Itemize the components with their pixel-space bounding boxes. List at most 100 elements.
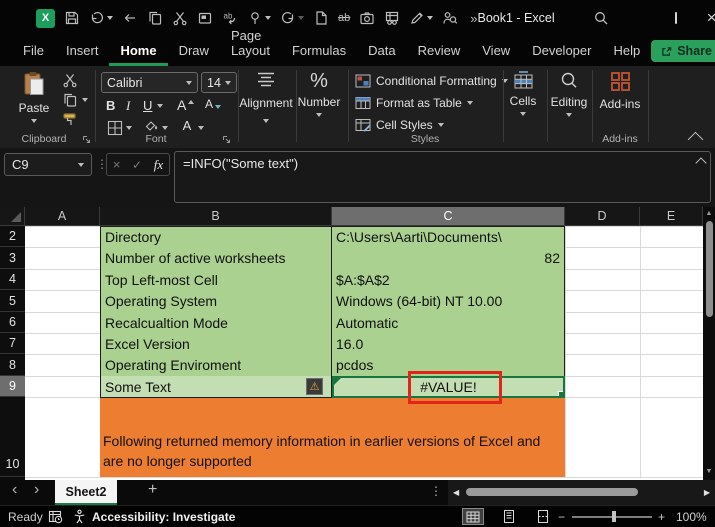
cell-styles-button[interactable]: Cell Styles [355,117,444,133]
scroll-right-icon[interactable]: ▶ [704,488,710,497]
page-break-preview-button[interactable] [532,508,554,525]
copy-button[interactable] [62,92,78,108]
error-options-button[interactable]: ⚠ [306,378,323,395]
lookup-people-icon[interactable] [442,10,458,26]
cut-button[interactable] [62,72,78,88]
number-button[interactable]: % Number [295,71,343,117]
decrease-font-button[interactable]: A [205,97,221,111]
font-color-dropdown-icon[interactable] [198,126,204,130]
tab-insert[interactable]: Insert [55,37,110,66]
cell-C4[interactable]: $A:$A$2 [332,269,565,291]
tab-home[interactable]: Home [109,37,167,66]
tab-view[interactable]: View [471,37,521,66]
normal-view-button[interactable] [462,508,484,525]
select-all-button[interactable] [0,207,25,226]
font-family-select[interactable]: Calibri [101,72,198,93]
zoom-slider-thumb[interactable] [612,511,616,522]
row-header-10[interactable]: 10 [0,397,25,477]
vertical-scroll-thumb[interactable] [706,221,713,317]
more-commands-icon[interactable]: » [470,11,477,26]
column-header-C[interactable]: C [332,207,565,226]
paste-button[interactable]: Paste [12,71,56,123]
row-header-2[interactable]: 2 [0,226,25,247]
accessibility-icon[interactable] [72,506,87,527]
horizontal-scrollbar[interactable]: ◀ ▶ [448,480,715,505]
underline-dropdown-icon[interactable] [157,104,163,108]
name-box[interactable]: C9 [4,153,92,176]
alignment-button[interactable]: Alignment [237,71,295,123]
row-header-3[interactable]: 3 [0,247,25,269]
sheet-prev-icon[interactable]: ‹ [12,481,17,499]
search-icon[interactable] [593,10,609,26]
cell-B8[interactable]: Operating Enviroment [100,354,332,377]
zoom-level[interactable]: 100% [676,506,707,527]
row-header-4[interactable]: 4 [0,269,25,290]
macro-record-icon[interactable] [48,506,63,527]
undo-icon[interactable] [89,10,113,26]
vertical-scrollbar[interactable]: ▲ ▼ [703,207,715,480]
cell-note-B10[interactable]: Following returned memory information in… [100,397,565,477]
tab-draw[interactable]: Draw [168,37,220,66]
new-document-icon[interactable] [313,10,329,26]
maximize-button[interactable] [675,12,677,24]
scroll-up-icon[interactable]: ▲ [703,210,715,217]
insert-function-button[interactable]: fx [154,157,163,173]
formula-input[interactable]: =INFO("Some text") [174,151,711,203]
clipboard-dialog-launcher-icon[interactable] [82,135,91,144]
tab-file[interactable]: File [12,37,55,66]
copy-icon[interactable] [147,10,163,26]
cells-button[interactable]: Cells [501,71,545,116]
row-header-6[interactable]: 6 [0,312,25,333]
tab-developer[interactable]: Developer [521,37,602,66]
tab-page-layout[interactable]: Page Layout [220,22,281,66]
font-size-select[interactable]: 14 [201,72,237,93]
tab-data[interactable]: Data [357,37,406,66]
cell-B2[interactable]: Directory [100,226,332,248]
cell-B6[interactable]: Recalcualtion Mode [100,312,332,334]
draw-ink-dropdown-icon[interactable] [427,16,433,20]
cell-C5[interactable]: Windows (64-bit) NT 10.00 [332,290,565,313]
scroll-left-icon[interactable]: ◀ [453,488,459,497]
enter-button[interactable]: ✓ [132,158,142,172]
row-header-7[interactable]: 7 [0,333,25,354]
conditional-formatting-button[interactable]: Conditional Formatting [355,73,508,89]
tab-formulas[interactable]: Formulas [281,37,357,66]
paste-dropdown-icon[interactable] [31,119,37,123]
draw-ink-icon[interactable] [409,10,433,26]
row-header-5[interactable]: 5 [0,290,25,312]
font-color-button[interactable]: A [180,118,194,133]
row-header-9[interactable]: 9 [0,376,25,397]
column-header-B[interactable]: B [100,207,332,226]
excel-logo-icon[interactable]: X [36,9,55,28]
fill-color-button[interactable] [143,119,159,131]
tab-help[interactable]: Help [602,37,651,66]
sheet-tab-sheet2[interactable]: Sheet2 [55,480,117,505]
cell-C3[interactable]: 82 [332,247,565,270]
add-ins-button[interactable]: Add-ins [594,71,646,111]
cancel-button[interactable]: × [113,157,121,172]
paste-special-icon[interactable] [197,10,213,26]
tab-review[interactable]: Review [407,37,472,66]
accessibility-status[interactable]: Accessibility: Investigate [92,506,235,527]
cell-B9[interactable]: Some Text [100,376,332,398]
cell-C2[interactable]: C:\Users\Aarti\Documents\ [332,226,565,248]
font-dialog-launcher-icon[interactable] [222,135,231,144]
cell-B4[interactable]: Top Left-most Cell [100,269,332,291]
save-icon[interactable] [64,10,80,26]
underline-button[interactable]: U [143,98,152,113]
undo-dropdown-icon[interactable] [107,16,113,20]
screen-clip-icon[interactable] [359,10,375,26]
strikethrough-icon[interactable]: ab [338,12,350,24]
fill-color-dropdown-icon[interactable] [162,126,168,130]
fill-handle[interactable] [558,391,565,398]
format-as-table-button[interactable]: Format as Table [355,95,473,111]
ribbon-collapse-icon[interactable] [688,132,704,148]
touch-mode-dropdown-icon[interactable] [265,16,271,20]
close-button[interactable]: × [707,8,715,28]
zoom-in-button[interactable]: + [658,506,665,527]
print-preview-icon[interactable] [384,10,400,26]
scroll-down-icon[interactable]: ▼ [703,468,715,475]
increase-font-button[interactable]: A [177,97,194,113]
row-header-8[interactable]: 8 [0,354,25,376]
horizontal-scroll-thumb[interactable] [466,488,638,496]
